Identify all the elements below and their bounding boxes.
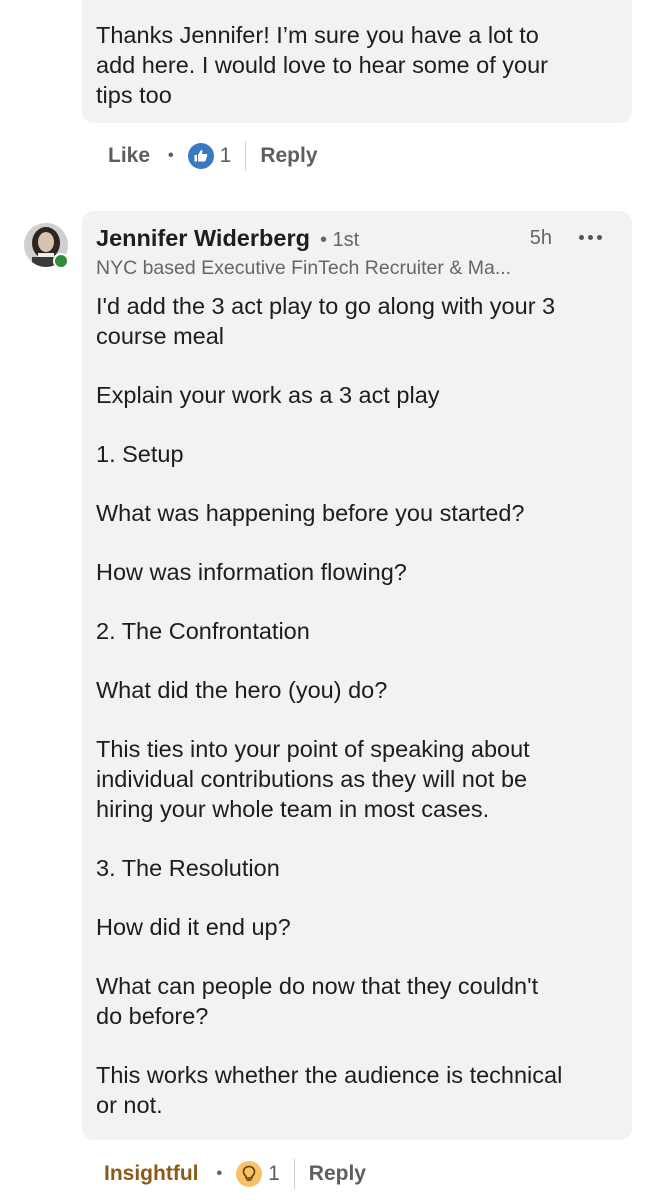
author-name[interactable]: Jennifer Widerberg: [96, 225, 310, 252]
comment-paragraph: 1. Setup: [96, 441, 184, 467]
previous-comment-actions: Like • 1 Reply: [108, 136, 318, 176]
comment-bubble: Jennifer Widerberg • 1st 5h NYC based Ex…: [82, 211, 632, 1140]
thumbs-up-icon[interactable]: [187, 143, 214, 169]
insightful-reaction-button[interactable]: Insightful: [104, 1162, 198, 1186]
comment-paragraph: 2. The Confrontation: [96, 618, 310, 644]
connection-degree-label: 1st: [332, 229, 360, 251]
comment-paragraph: Explain your work as a 3 act play: [96, 382, 440, 408]
comment-paragraph: What did the hero (you) do?: [96, 677, 388, 703]
connection-degree: • 1st: [319, 229, 360, 251]
like-button[interactable]: Like: [108, 144, 150, 168]
comment-paragraph: This works whether the audience is techn…: [96, 1062, 563, 1118]
comment-paragraph: What can people do now that they couldn'…: [96, 973, 539, 1029]
comment-header: Jennifer Widerberg • 1st 5h: [96, 225, 618, 255]
reply-button[interactable]: Reply: [309, 1162, 366, 1186]
previous-comment-text: Thanks Jennifer! I’m sure you have a lot…: [96, 22, 548, 108]
reaction-count[interactable]: 1: [268, 1162, 280, 1186]
reply-button[interactable]: Reply: [260, 144, 317, 168]
comment-paragraph: How did it end up?: [96, 914, 291, 940]
separator-dot: •: [216, 1165, 223, 1182]
comment-paragraph: How was information flowing?: [96, 559, 407, 585]
comment-actions: Insightful • 1 Reply: [104, 1154, 366, 1194]
timestamp: 5h: [529, 227, 552, 249]
lightbulb-icon[interactable]: [236, 1161, 263, 1187]
online-status-icon: [53, 253, 69, 269]
comment-paragraph: What was happening before you started?: [96, 500, 525, 526]
more-options-icon[interactable]: [579, 235, 602, 240]
previous-comment-bubble: Thanks Jennifer! I’m sure you have a lot…: [82, 0, 632, 123]
reaction-count[interactable]: 1: [220, 144, 232, 168]
divider: [293, 1159, 295, 1189]
comment-paragraph: 3. The Resolution: [96, 855, 280, 881]
author-headline: NYC based Executive FinTech Recruiter & …: [96, 257, 512, 279]
separator-dot: •: [168, 147, 174, 164]
divider: [245, 141, 247, 171]
comment-body: I'd add the 3 act play to go along with …: [96, 291, 618, 1120]
comment-paragraph: I'd add the 3 act play to go along with …: [96, 293, 556, 349]
comment-paragraph: This ties into your point of speaking ab…: [96, 736, 530, 822]
